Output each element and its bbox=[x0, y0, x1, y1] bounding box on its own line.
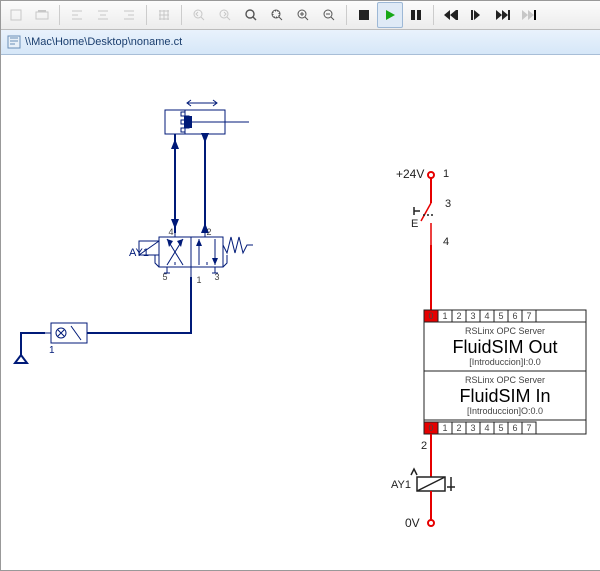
svg-text:[Introduccion]I:0.0: [Introduccion]I:0.0 bbox=[469, 357, 541, 367]
svg-text:3: 3 bbox=[470, 311, 475, 321]
document-tab[interactable]: \\Mac\Home\Desktop\noname.ct bbox=[1, 30, 600, 55]
svg-text:3: 3 bbox=[445, 198, 451, 210]
svg-text:2: 2 bbox=[421, 440, 427, 452]
play-button[interactable] bbox=[377, 2, 403, 28]
svg-text:E: E bbox=[411, 218, 418, 230]
svg-text:5: 5 bbox=[498, 423, 503, 433]
align-center-icon[interactable] bbox=[90, 2, 116, 28]
zoom-out-icon[interactable] bbox=[316, 2, 342, 28]
opc-block[interactable]: 0 1 2 3 4 5 6 7 RSLinx OPC Server FluidS… bbox=[424, 310, 586, 434]
svg-text:FluidSIM In: FluidSIM In bbox=[459, 386, 550, 406]
zoom-prev-icon[interactable] bbox=[186, 2, 212, 28]
svg-text:5: 5 bbox=[498, 311, 503, 321]
pressure-source-icon[interactable] bbox=[15, 355, 27, 363]
zoom-in-icon[interactable] bbox=[290, 2, 316, 28]
align-right-icon[interactable] bbox=[116, 2, 142, 28]
svg-text:3: 3 bbox=[470, 423, 475, 433]
toolbar-button-2[interactable] bbox=[29, 2, 55, 28]
stop-button[interactable] bbox=[351, 2, 377, 28]
svg-text:4: 4 bbox=[484, 423, 489, 433]
svg-text:0: 0 bbox=[428, 311, 433, 321]
grid-icon[interactable] bbox=[151, 2, 177, 28]
svg-text:3: 3 bbox=[214, 272, 219, 282]
document-icon bbox=[7, 35, 21, 49]
svg-text:1: 1 bbox=[49, 345, 55, 356]
skip-back-button[interactable] bbox=[438, 2, 464, 28]
schematic-canvas[interactable]: AY1 4 2 5 1 3 1 bbox=[1, 55, 600, 570]
pneumatic-cylinder[interactable] bbox=[165, 100, 249, 134]
service-unit[interactable]: 1 bbox=[45, 323, 87, 356]
svg-text:0: 0 bbox=[428, 423, 433, 433]
step-button[interactable] bbox=[464, 2, 490, 28]
svg-text:FluidSIM Out: FluidSIM Out bbox=[452, 337, 557, 357]
svg-text:2: 2 bbox=[456, 311, 461, 321]
electric-circuit: +24V 1 E 3 4 bbox=[391, 167, 586, 530]
svg-text:7: 7 bbox=[526, 423, 531, 433]
solenoid-coil[interactable] bbox=[411, 469, 455, 491]
svg-text:RSLinx OPC Server: RSLinx OPC Server bbox=[465, 326, 545, 336]
svg-text:6: 6 bbox=[512, 311, 517, 321]
document-path: \\Mac\Home\Desktop\noname.ct bbox=[25, 36, 182, 48]
toolbar-separator bbox=[146, 5, 147, 25]
svg-text:1: 1 bbox=[442, 423, 447, 433]
svg-text:1: 1 bbox=[196, 275, 201, 285]
zoom-next-icon[interactable] bbox=[212, 2, 238, 28]
svg-text:2: 2 bbox=[456, 423, 461, 433]
svg-text:6: 6 bbox=[512, 423, 517, 433]
svg-text:1: 1 bbox=[443, 168, 449, 180]
pause-button[interactable] bbox=[403, 2, 429, 28]
svg-text:[Introduccion]O:0.0: [Introduccion]O:0.0 bbox=[467, 406, 543, 416]
svg-text:RSLinx OPC Server: RSLinx OPC Server bbox=[465, 375, 545, 385]
toolbar-button-1[interactable] bbox=[3, 2, 29, 28]
ground-label: 0V bbox=[405, 516, 420, 530]
svg-text:4: 4 bbox=[484, 311, 489, 321]
skip-end-button[interactable] bbox=[516, 2, 542, 28]
pneumatic-circuit: AY1 4 2 5 1 3 1 bbox=[15, 100, 253, 363]
svg-text:1: 1 bbox=[442, 311, 447, 321]
valve-label: AY1 bbox=[129, 247, 149, 259]
svg-text:2: 2 bbox=[206, 227, 211, 237]
svg-text:4: 4 bbox=[443, 236, 449, 248]
toolbar-separator bbox=[346, 5, 347, 25]
toolbar bbox=[1, 1, 600, 30]
supply-label: +24V bbox=[396, 167, 424, 181]
zoom-region-icon[interactable] bbox=[264, 2, 290, 28]
align-left-icon[interactable] bbox=[64, 2, 90, 28]
svg-text:5: 5 bbox=[162, 272, 167, 282]
skip-forward-button[interactable] bbox=[490, 2, 516, 28]
app-window: \\Mac\Home\Desktop\noname.ct bbox=[0, 0, 600, 571]
svg-text:7: 7 bbox=[526, 311, 531, 321]
zoom-fit-icon[interactable] bbox=[238, 2, 264, 28]
toolbar-separator bbox=[59, 5, 60, 25]
toolbar-separator bbox=[433, 5, 434, 25]
directional-valve[interactable] bbox=[139, 233, 253, 277]
toolbar-separator bbox=[181, 5, 182, 25]
pushbutton-switch[interactable]: E bbox=[411, 203, 435, 245]
svg-text:4: 4 bbox=[168, 227, 173, 237]
coil-label: AY1 bbox=[391, 479, 411, 491]
